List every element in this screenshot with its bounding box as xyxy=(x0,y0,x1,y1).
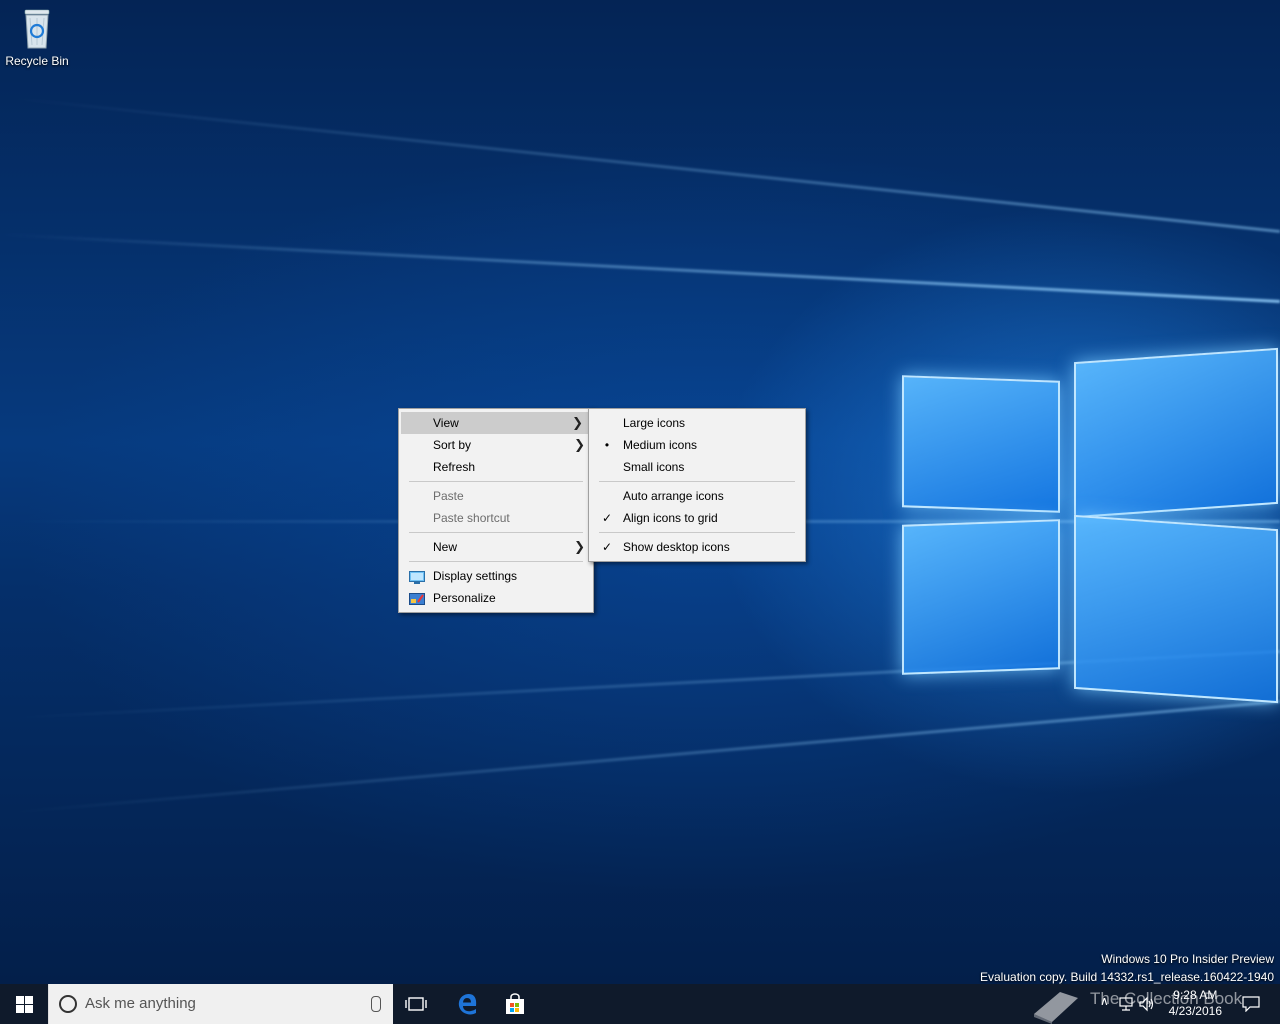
taskbar-clock[interactable]: 9:28 AM 4/23/2016 xyxy=(1169,987,1222,1019)
submenu-arrow-icon: ❯ xyxy=(572,415,583,430)
menu-separator xyxy=(409,561,583,562)
submenu-item-show-desktop-icons[interactable]: ✓ Show desktop icons xyxy=(589,536,805,558)
taskbar: Ask me anything The Collection Book ∧ 9:… xyxy=(0,984,1280,1024)
task-view-icon xyxy=(405,997,427,1011)
menu-separator xyxy=(409,481,583,482)
checkmark-icon: ✓ xyxy=(601,511,613,525)
menu-item-display-settings[interactable]: Display settings xyxy=(399,565,593,587)
network-icon[interactable] xyxy=(1118,996,1134,1012)
menu-item-label: New xyxy=(433,540,458,554)
menu-item-personalize[interactable]: Personalize xyxy=(399,587,593,609)
cortana-search-box[interactable]: Ask me anything xyxy=(48,984,393,1024)
start-button[interactable] xyxy=(0,984,48,1024)
menu-item-label: Auto arrange icons xyxy=(623,489,724,503)
submenu-arrow-icon: ❯ xyxy=(574,437,585,452)
wallpaper-logo-pane xyxy=(902,519,1060,675)
submenu-item-medium-icons[interactable]: • Medium icons xyxy=(589,434,805,456)
wallpaper-logo-pane xyxy=(1074,347,1278,519)
evaluation-watermark: Windows 10 Pro Insider Preview Evaluatio… xyxy=(980,950,1274,984)
show-hidden-icons-button[interactable]: ∧ xyxy=(1100,994,1109,1008)
recycle-bin-icon xyxy=(19,6,55,50)
submenu-item-align-to-grid[interactable]: ✓ Align icons to grid xyxy=(589,507,805,529)
menu-item-label: Sort by xyxy=(433,438,472,452)
windows-logo-icon xyxy=(15,995,33,1013)
system-tray: ∧ 9:28 AM 4/23/2016 xyxy=(1090,984,1280,1024)
menu-item-label: Paste xyxy=(433,489,464,503)
store-taskbar-button[interactable] xyxy=(491,984,539,1024)
menu-item-label: Medium icons xyxy=(623,438,698,452)
wallpaper-logo-pane xyxy=(902,375,1060,513)
microphone-icon[interactable] xyxy=(371,996,381,1012)
menu-item-label: Small icons xyxy=(623,460,685,474)
volume-icon[interactable] xyxy=(1138,996,1156,1012)
radio-bullet-icon: • xyxy=(604,438,610,452)
menu-item-label: Align icons to grid xyxy=(623,511,718,525)
menu-item-new[interactable]: New ❯ xyxy=(399,536,593,558)
submenu-item-auto-arrange[interactable]: Auto arrange icons xyxy=(589,485,805,507)
view-submenu: Large icons • Medium icons Small icons A… xyxy=(588,408,806,562)
action-center-icon[interactable] xyxy=(1242,996,1260,1012)
personalize-icon xyxy=(409,591,425,605)
desktop-context-menu: View ❯ Sort by ❯ Refresh Paste Paste sho… xyxy=(398,408,594,613)
menu-item-label: Paste shortcut xyxy=(433,511,510,525)
menu-item-view[interactable]: View ❯ xyxy=(401,412,591,434)
menu-item-label: Large icons xyxy=(623,416,686,430)
edge-taskbar-button[interactable] xyxy=(443,984,491,1024)
menu-item-refresh[interactable]: Refresh xyxy=(399,456,593,478)
display-settings-icon xyxy=(409,569,425,584)
book-logo-icon xyxy=(1034,992,1078,1024)
desktop-icon-recycle-bin[interactable]: Recycle Bin xyxy=(4,6,70,68)
task-view-button[interactable] xyxy=(392,984,440,1024)
submenu-item-large-icons[interactable]: Large icons xyxy=(589,412,805,434)
menu-separator xyxy=(409,532,583,533)
menu-item-sort-by[interactable]: Sort by ❯ xyxy=(399,434,593,456)
wallpaper-logo-pane xyxy=(1074,514,1278,704)
menu-separator xyxy=(599,481,795,482)
menu-item-label: Display settings xyxy=(433,569,518,583)
menu-item-paste[interactable]: Paste xyxy=(399,485,593,507)
submenu-item-small-icons[interactable]: Small icons xyxy=(589,456,805,478)
menu-separator xyxy=(599,532,795,533)
search-placeholder: Ask me anything xyxy=(85,995,196,1012)
menu-item-label: Refresh xyxy=(433,460,476,474)
menu-item-paste-shortcut[interactable]: Paste shortcut xyxy=(399,507,593,529)
cortana-icon xyxy=(59,995,77,1013)
menu-item-label: Show desktop icons xyxy=(623,540,730,554)
clock-date: 4/23/2016 xyxy=(1168,1004,1222,1018)
watermark-line1: Windows 10 Pro Insider Preview xyxy=(1101,952,1274,966)
edge-browser-icon xyxy=(458,994,477,1015)
clock-time: 9:28 AM xyxy=(1173,988,1218,1002)
light-beam xyxy=(4,700,1280,815)
menu-item-label: Personalize xyxy=(433,591,496,605)
submenu-arrow-icon: ❯ xyxy=(574,539,585,554)
desktop-icon-label: Recycle Bin xyxy=(5,54,69,68)
store-bag-icon xyxy=(506,993,524,1014)
collection-book-overlay: The Collection Book xyxy=(1030,984,1242,1024)
light-beam xyxy=(1,233,1280,303)
watermark-line2: Evaluation copy. Build 14332.rs1_release… xyxy=(980,970,1274,984)
menu-item-label: View xyxy=(433,416,459,430)
light-beam xyxy=(6,96,1280,233)
checkmark-icon: ✓ xyxy=(601,540,613,554)
